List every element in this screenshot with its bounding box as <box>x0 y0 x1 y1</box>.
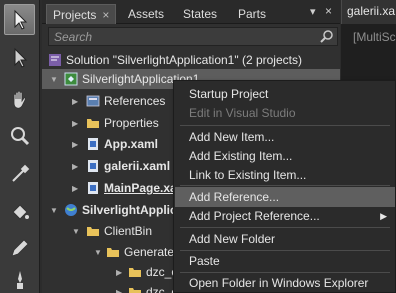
selection-arrow-icon[interactable] <box>4 4 35 35</box>
toolbox <box>0 0 40 293</box>
menu-item-link-to-existing-item[interactable]: Link to Existing Item... <box>175 165 395 185</box>
tab-parts[interactable]: Parts <box>238 4 266 24</box>
tree-row-solution[interactable]: Solution "SilverlightApplication1" (2 pr… <box>42 50 340 70</box>
direct-selection-icon[interactable] <box>4 42 35 73</box>
tab-states[interactable]: States <box>183 4 217 24</box>
tree-label: References <box>104 94 166 108</box>
submenu-arrow-icon: ▶ <box>380 211 387 221</box>
tab-assets[interactable]: Assets <box>128 4 164 24</box>
web-project-icon <box>65 204 77 216</box>
panel-pin-icon[interactable]: ▾ <box>310 5 316 18</box>
expand-arrow-icon[interactable]: ▶ <box>72 114 78 134</box>
paint-bucket-icon[interactable] <box>4 196 35 227</box>
solution-icon <box>49 54 61 66</box>
panel-close-icon[interactable]: × <box>325 4 332 18</box>
expand-arrow-icon[interactable]: ▶ <box>72 157 78 177</box>
expand-arrow-icon[interactable]: ▶ <box>72 92 78 112</box>
folder-icon <box>129 288 141 293</box>
menu-item-label: Add Project Reference... <box>189 209 320 223</box>
silverlight-project-icon <box>64 72 78 86</box>
menu-item-add-new-item[interactable]: Add New Item... <box>175 127 395 147</box>
folder-icon <box>129 268 141 277</box>
tree-label: Properties <box>104 116 159 130</box>
expand-arrow-icon[interactable]: ▼ <box>50 70 58 90</box>
zoom-icon[interactable] <box>4 120 35 151</box>
xaml-file-icon <box>88 182 98 194</box>
folder-icon <box>107 248 119 257</box>
editor-breadcrumb: [MultiSc <box>353 30 396 44</box>
search-field[interactable]: Search <box>48 27 338 46</box>
menu-separator <box>180 125 390 126</box>
tree-label: Solution "SilverlightApplication1" (2 pr… <box>66 53 302 67</box>
menu-item-add-existing-item[interactable]: Add Existing Item... <box>175 146 395 166</box>
expand-arrow-icon[interactable]: ▼ <box>50 201 58 221</box>
xaml-file-icon <box>88 138 98 150</box>
editor-tab[interactable]: galerii.xa <box>341 0 396 24</box>
menu-item-open-folder-in-explorer[interactable]: Open Folder in Windows Explorer <box>175 273 395 293</box>
tab-projects[interactable]: Projects × <box>46 4 117 24</box>
tab-projects-label: Projects <box>53 8 97 22</box>
menu-item-paste[interactable]: Paste <box>175 251 395 271</box>
expand-arrow-icon[interactable]: ▶ <box>116 263 122 283</box>
folder-icon <box>87 119 99 128</box>
menu-item-add-new-folder[interactable]: Add New Folder <box>175 229 395 249</box>
folder-icon <box>87 227 99 236</box>
tree-label: galerii.xaml <box>104 159 171 173</box>
expand-arrow-icon[interactable]: ▼ <box>72 222 80 242</box>
menu-separator <box>180 227 390 228</box>
search-placeholder: Search <box>54 30 93 44</box>
expand-arrow-icon[interactable]: ▶ <box>72 135 78 155</box>
panel-tab-strip: Projects × Assets States Parts ▾ × <box>42 0 340 24</box>
menu-item-edit-in-visual-studio: Edit in Visual Studio <box>189 106 296 120</box>
references-icon <box>86 95 100 107</box>
context-menu: Startup Project Edit in Visual Studio Ad… <box>173 80 396 293</box>
expand-arrow-icon[interactable]: ▶ <box>116 283 122 293</box>
tree-label: ClientBin <box>104 224 153 238</box>
menu-separator <box>180 185 390 186</box>
expand-arrow-icon[interactable]: ▶ <box>72 179 78 199</box>
tree-label: App.xaml <box>104 137 159 151</box>
menu-item-startup-project[interactable]: Startup Project <box>175 84 395 104</box>
expand-arrow-icon[interactable]: ▼ <box>94 243 102 263</box>
search-icon[interactable] <box>320 29 334 43</box>
pen-icon[interactable] <box>4 232 35 263</box>
pan-hand-icon[interactable] <box>4 84 35 115</box>
tab-close-icon[interactable]: × <box>102 8 109 22</box>
eyedropper-icon[interactable] <box>4 158 35 189</box>
menu-item-add-project-reference[interactable]: Add Project Reference... ▶ <box>175 206 395 226</box>
xaml-file-icon <box>88 160 98 172</box>
menu-item-add-reference[interactable]: Add Reference... <box>175 187 395 207</box>
brush-icon[interactable] <box>4 264 35 293</box>
